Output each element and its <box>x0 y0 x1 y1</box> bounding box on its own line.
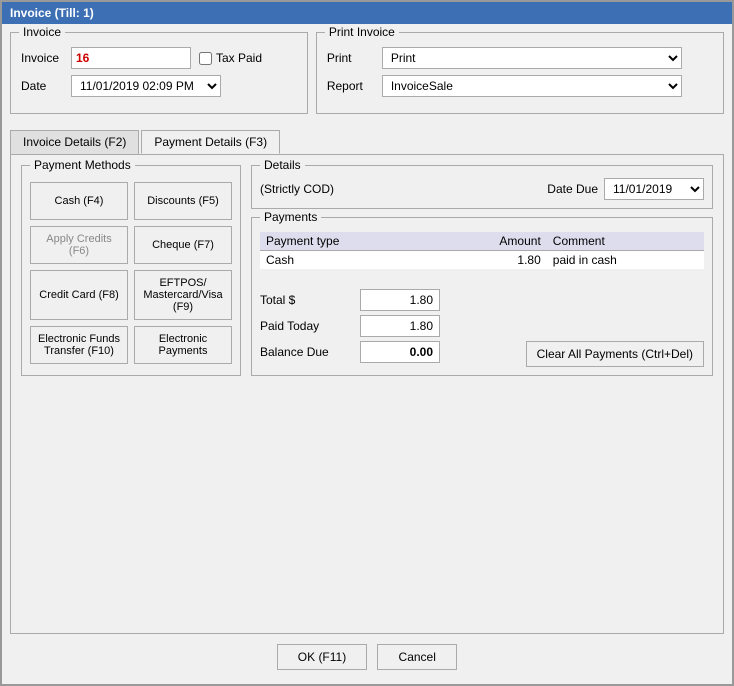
invoice-group-label: Invoice <box>19 25 65 39</box>
payments-box: Payments Payment type Amount Comment <box>251 217 713 376</box>
strictly-cod-label: (Strictly COD) <box>260 182 334 196</box>
print-select[interactable]: Print <box>382 47 682 69</box>
title-bar: Invoice (Till: 1) <box>2 2 732 24</box>
payment-type-cell: Cash <box>260 251 436 270</box>
eftpos-button[interactable]: EFTPOS/ Mastercard/Visa (F9) <box>134 270 232 320</box>
payment-methods-label: Payment Methods <box>30 158 135 172</box>
invoice-number-input[interactable] <box>71 47 191 69</box>
print-invoice-group-label: Print Invoice <box>325 25 399 39</box>
eft-button[interactable]: Electronic Funds Transfer (F10) <box>30 326 128 364</box>
date-due-row: Date Due 11/01/2019 <box>547 178 704 200</box>
details-header: (Strictly COD) Date Due 11/01/2019 <box>260 178 704 200</box>
tabs: Invoice Details (F2) Payment Details (F3… <box>10 130 724 154</box>
details-panel: Details (Strictly COD) Date Due 11/01/20… <box>251 165 713 376</box>
balance-due-value-input <box>360 341 440 363</box>
date-due-label: Date Due <box>547 182 598 196</box>
payment-methods-grid: Cash (F4) Discounts (F5) Apply Credits (… <box>30 182 232 364</box>
date-label: Date <box>21 79 71 93</box>
paid-today-label: Paid Today <box>260 319 360 333</box>
invoice-group: Invoice Invoice Tax Paid Date 11/01/2019… <box>10 32 308 114</box>
clear-all-payments-button[interactable]: Clear All Payments (Ctrl+Del) <box>526 341 704 367</box>
print-label: Print <box>327 51 382 65</box>
report-label: Report <box>327 79 382 93</box>
total-value-input <box>360 289 440 311</box>
ok-button[interactable]: OK (F11) <box>277 644 367 670</box>
tax-paid-label: Tax Paid <box>216 51 262 65</box>
tab-content: Payment Methods Cash (F4) Discounts (F5)… <box>10 154 724 634</box>
payment-comment-cell: paid in cash <box>547 251 704 270</box>
tab-invoice-details[interactable]: Invoice Details (F2) <box>10 130 139 154</box>
electronic-payments-button[interactable]: Electronic Payments <box>134 326 232 364</box>
payment-amount-cell: 1.80 <box>436 251 546 270</box>
cheque-button[interactable]: Cheque (F7) <box>134 226 232 264</box>
balance-due-label: Balance Due <box>260 345 360 359</box>
details-box: Details (Strictly COD) Date Due 11/01/20… <box>251 165 713 209</box>
tab-inner: Payment Methods Cash (F4) Discounts (F5)… <box>21 165 713 376</box>
balance-due-row: Balance Due <box>260 341 440 363</box>
paid-today-row: Paid Today <box>260 315 440 337</box>
payments-table: Payment type Amount Comment Cash 1.80 pa… <box>260 232 704 269</box>
print-invoice-group: Print Invoice Print Print Report Invoice… <box>316 32 724 114</box>
bottom-bar: Total $ Paid Today Balance Due <box>260 279 704 367</box>
total-row: Total $ <box>260 289 440 311</box>
date-due-select[interactable]: 11/01/2019 <box>604 178 704 200</box>
col-payment-type: Payment type <box>260 232 436 251</box>
col-comment: Comment <box>547 232 704 251</box>
clear-btn-container: Clear All Payments (Ctrl+Del) <box>526 341 704 367</box>
apply-credits-button[interactable]: Apply Credits (F6) <box>30 226 128 264</box>
details-group-label: Details <box>260 158 305 172</box>
tax-paid-checkbox[interactable] <box>199 52 212 65</box>
credit-card-button[interactable]: Credit Card (F8) <box>30 270 128 320</box>
total-label: Total $ <box>260 293 360 307</box>
window-title: Invoice (Till: 1) <box>10 6 94 20</box>
discounts-button[interactable]: Discounts (F5) <box>134 182 232 220</box>
report-select[interactable]: InvoiceSale <box>382 75 682 97</box>
date-select[interactable]: 11/01/2019 02:09 PM <box>71 75 221 97</box>
cancel-button[interactable]: Cancel <box>377 644 457 670</box>
paid-today-value-input <box>360 315 440 337</box>
invoice-number-label: Invoice <box>21 51 71 65</box>
payments-group-label: Payments <box>260 210 321 224</box>
payment-methods-box: Payment Methods Cash (F4) Discounts (F5)… <box>21 165 241 376</box>
main-window: Invoice (Till: 1) Invoice Invoice Tax Pa… <box>0 0 734 686</box>
totals-area: Total $ Paid Today Balance Due <box>260 289 440 367</box>
table-row: Cash 1.80 paid in cash <box>260 251 704 270</box>
cash-button[interactable]: Cash (F4) <box>30 182 128 220</box>
tab-payment-details[interactable]: Payment Details (F3) <box>141 130 280 154</box>
footer-buttons: OK (F11) Cancel <box>10 634 724 676</box>
col-amount: Amount <box>436 232 546 251</box>
